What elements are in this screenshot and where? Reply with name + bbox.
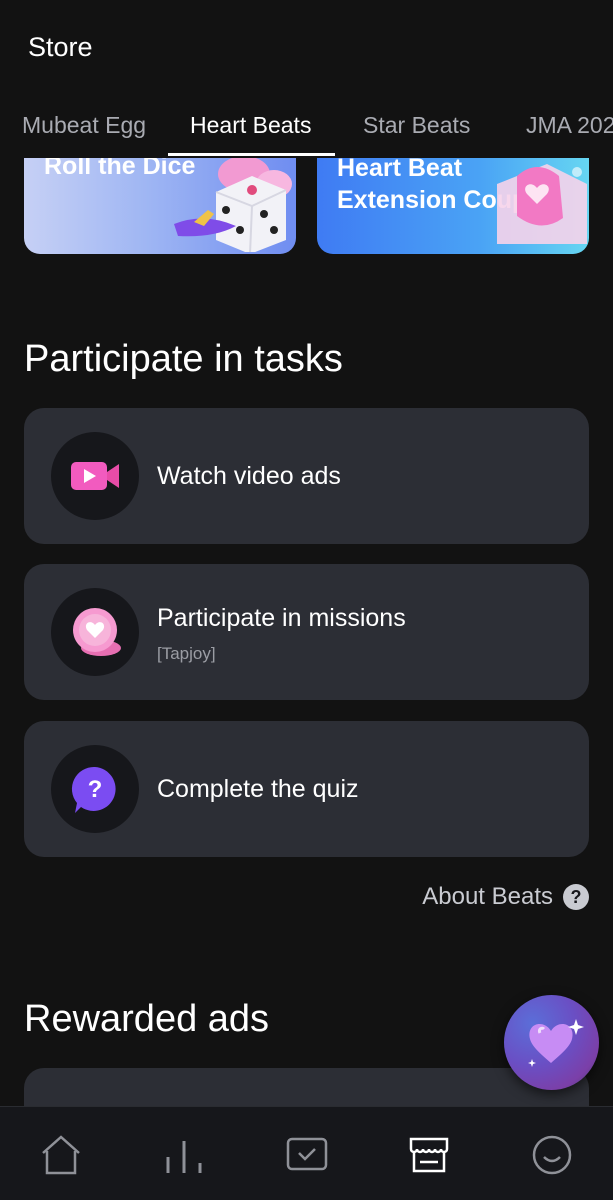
task-label: Complete the quiz (157, 775, 359, 803)
home-icon (42, 1135, 80, 1175)
nav-vote[interactable] (283, 1131, 331, 1179)
task-icon-container (51, 432, 139, 520)
vote-check-icon (286, 1137, 328, 1171)
banner-heart-beat-coupon[interactable]: Heart Beat Extension Coupon (317, 158, 589, 254)
category-tabs: Mubeat Egg Heart Beats Star Beats JMA 20… (0, 100, 613, 158)
bottom-navigation (0, 1106, 613, 1200)
app-header: Store (0, 0, 613, 96)
task-watch-video-ads[interactable]: Watch video ads (24, 408, 589, 544)
tab-mubeat-egg[interactable]: Mubeat Egg (22, 112, 146, 139)
floating-heart-button[interactable] (504, 995, 599, 1090)
task-label: Participate in missions (157, 604, 406, 632)
participate-section-title: Participate in tasks (24, 338, 343, 380)
svg-text:?: ? (88, 776, 103, 803)
task-complete-quiz[interactable]: ? Complete the quiz (24, 721, 589, 857)
about-beats-link[interactable]: About Beats ? (422, 880, 589, 914)
task-icon-container (51, 588, 139, 676)
about-beats-label: About Beats (422, 883, 553, 910)
tab-heart-beats[interactable]: Heart Beats (190, 112, 311, 139)
quiz-bubble-icon: ? (71, 766, 116, 813)
chart-icon (166, 1141, 202, 1173)
sparkle-heart-icon (528, 1019, 584, 1067)
page-title: Store (28, 32, 93, 62)
tab-star-beats[interactable]: Star Beats (363, 112, 470, 139)
nav-chart[interactable] (160, 1131, 208, 1179)
rewarded-section-title: Rewarded ads (24, 998, 270, 1040)
heart-coin-icon (73, 608, 121, 656)
active-tab-indicator (168, 153, 335, 156)
task-icon-container: ? (51, 745, 139, 833)
question-circle-icon: ? (563, 884, 589, 910)
nav-profile[interactable] (528, 1131, 576, 1179)
coupon-illustration (497, 164, 587, 244)
banner-roll-the-dice[interactable]: Roll the Dice (24, 158, 296, 254)
video-camera-icon (71, 462, 119, 490)
nav-store[interactable] (405, 1131, 453, 1179)
task-participate-missions[interactable]: Participate in missions [Tapjoy] (24, 564, 589, 700)
nav-home[interactable] (37, 1131, 85, 1179)
store-icon (409, 1137, 449, 1173)
tab-jma[interactable]: JMA 202 (526, 112, 613, 139)
smile-icon (532, 1135, 572, 1175)
task-sublabel: [Tapjoy] (157, 644, 216, 663)
dice-illustration (174, 158, 292, 252)
task-label: Watch video ads (157, 462, 341, 490)
